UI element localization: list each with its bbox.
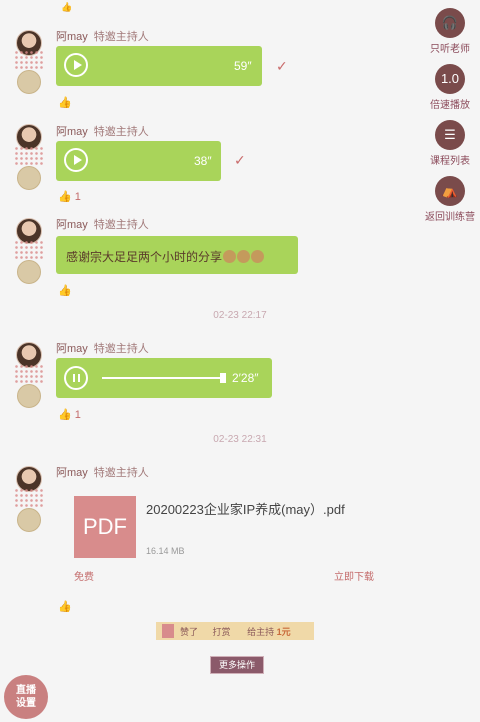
timestamp: 02-23 22:17 xyxy=(213,310,267,321)
like-icon[interactable]: 👍 xyxy=(58,600,72,613)
teacher-only-button[interactable]: 🎧 只听老师 xyxy=(422,8,478,55)
level-badge xyxy=(17,70,41,94)
file-message[interactable]: PDF 20200223企业家IP养成(may）.pdf 16.14 MB 免费… xyxy=(56,484,396,590)
level-badge xyxy=(17,166,41,190)
download-button[interactable]: 立即下载 xyxy=(334,568,374,583)
like-icon[interactable]: 👍 xyxy=(58,284,72,297)
voice-message-playing[interactable]: 2′28″ xyxy=(56,358,272,398)
voice-duration: 59″ xyxy=(234,59,252,73)
like-icon[interactable]: 👍 xyxy=(58,96,72,109)
decoration xyxy=(14,146,44,166)
voice-message[interactable]: 59″ xyxy=(56,46,262,86)
play-icon[interactable] xyxy=(64,148,88,172)
back-to-camp-button[interactable]: ⛺ 返回训练营 xyxy=(422,176,478,223)
sender-name: 阿may 特邀主持人 xyxy=(56,31,149,43)
progress-bar[interactable] xyxy=(102,373,226,383)
list-icon: ☰ xyxy=(435,120,465,150)
clap-emoji-icon xyxy=(223,250,237,263)
voice-duration: 38″ xyxy=(194,154,212,168)
text-message[interactable]: 感谢宗大足足两个小时的分享 xyxy=(56,236,298,274)
free-label: 免费 xyxy=(74,572,94,583)
decoration xyxy=(14,364,44,384)
headphones-icon: 🎧 xyxy=(435,8,465,38)
live-settings-line2: 设置 xyxy=(16,698,36,709)
sender-name: 阿may 特邀主持人 xyxy=(56,126,149,138)
sender-name: 阿may 特邀主持人 xyxy=(56,343,149,355)
timestamp: 02-23 22:31 xyxy=(213,434,267,445)
more-actions-button[interactable]: 更多操作 xyxy=(210,656,264,674)
sender-name: 阿may 特邀主持人 xyxy=(56,219,149,231)
like-icon[interactable]: 👍 1 xyxy=(58,408,81,421)
level-badge xyxy=(17,508,41,532)
camp-icon: ⛺ xyxy=(435,176,465,206)
pause-icon[interactable] xyxy=(64,366,88,390)
sender-name: 阿may 特邀主持人 xyxy=(56,467,149,479)
file-name: 20200223企业家IP养成(may）.pdf xyxy=(146,502,345,517)
voice-message[interactable]: 38″ xyxy=(56,141,221,181)
decoration xyxy=(14,50,44,70)
play-icon[interactable] xyxy=(64,53,88,77)
gift-icon xyxy=(162,624,174,638)
level-badge xyxy=(17,384,41,408)
like-icon[interactable]: 👍 1 xyxy=(58,190,81,203)
speed-icon: 1.0 xyxy=(435,64,465,94)
progress-handle[interactable] xyxy=(220,373,226,383)
level-badge xyxy=(17,260,41,284)
speed-button[interactable]: 1.0 倍速播放 xyxy=(422,64,478,111)
voice-duration: 2′28″ xyxy=(232,371,259,385)
live-settings-line1: 直播 xyxy=(16,685,36,696)
course-list-button[interactable]: ☰ 课程列表 xyxy=(422,120,478,167)
pdf-icon: PDF xyxy=(74,496,136,558)
file-size: 16.14 MB xyxy=(146,546,185,556)
decoration xyxy=(14,488,44,508)
decoration xyxy=(14,240,44,260)
clap-emoji-icon xyxy=(251,250,265,263)
live-settings-button[interactable]: 直播 设置 xyxy=(4,675,48,719)
like-icon[interactable]: 👍 xyxy=(61,2,72,13)
check-icon: ✓ xyxy=(276,58,288,74)
clap-emoji-icon xyxy=(237,250,251,263)
gift-banner: 赞了 打赏 给主持 1元 xyxy=(156,622,314,640)
check-icon: ✓ xyxy=(234,152,246,168)
